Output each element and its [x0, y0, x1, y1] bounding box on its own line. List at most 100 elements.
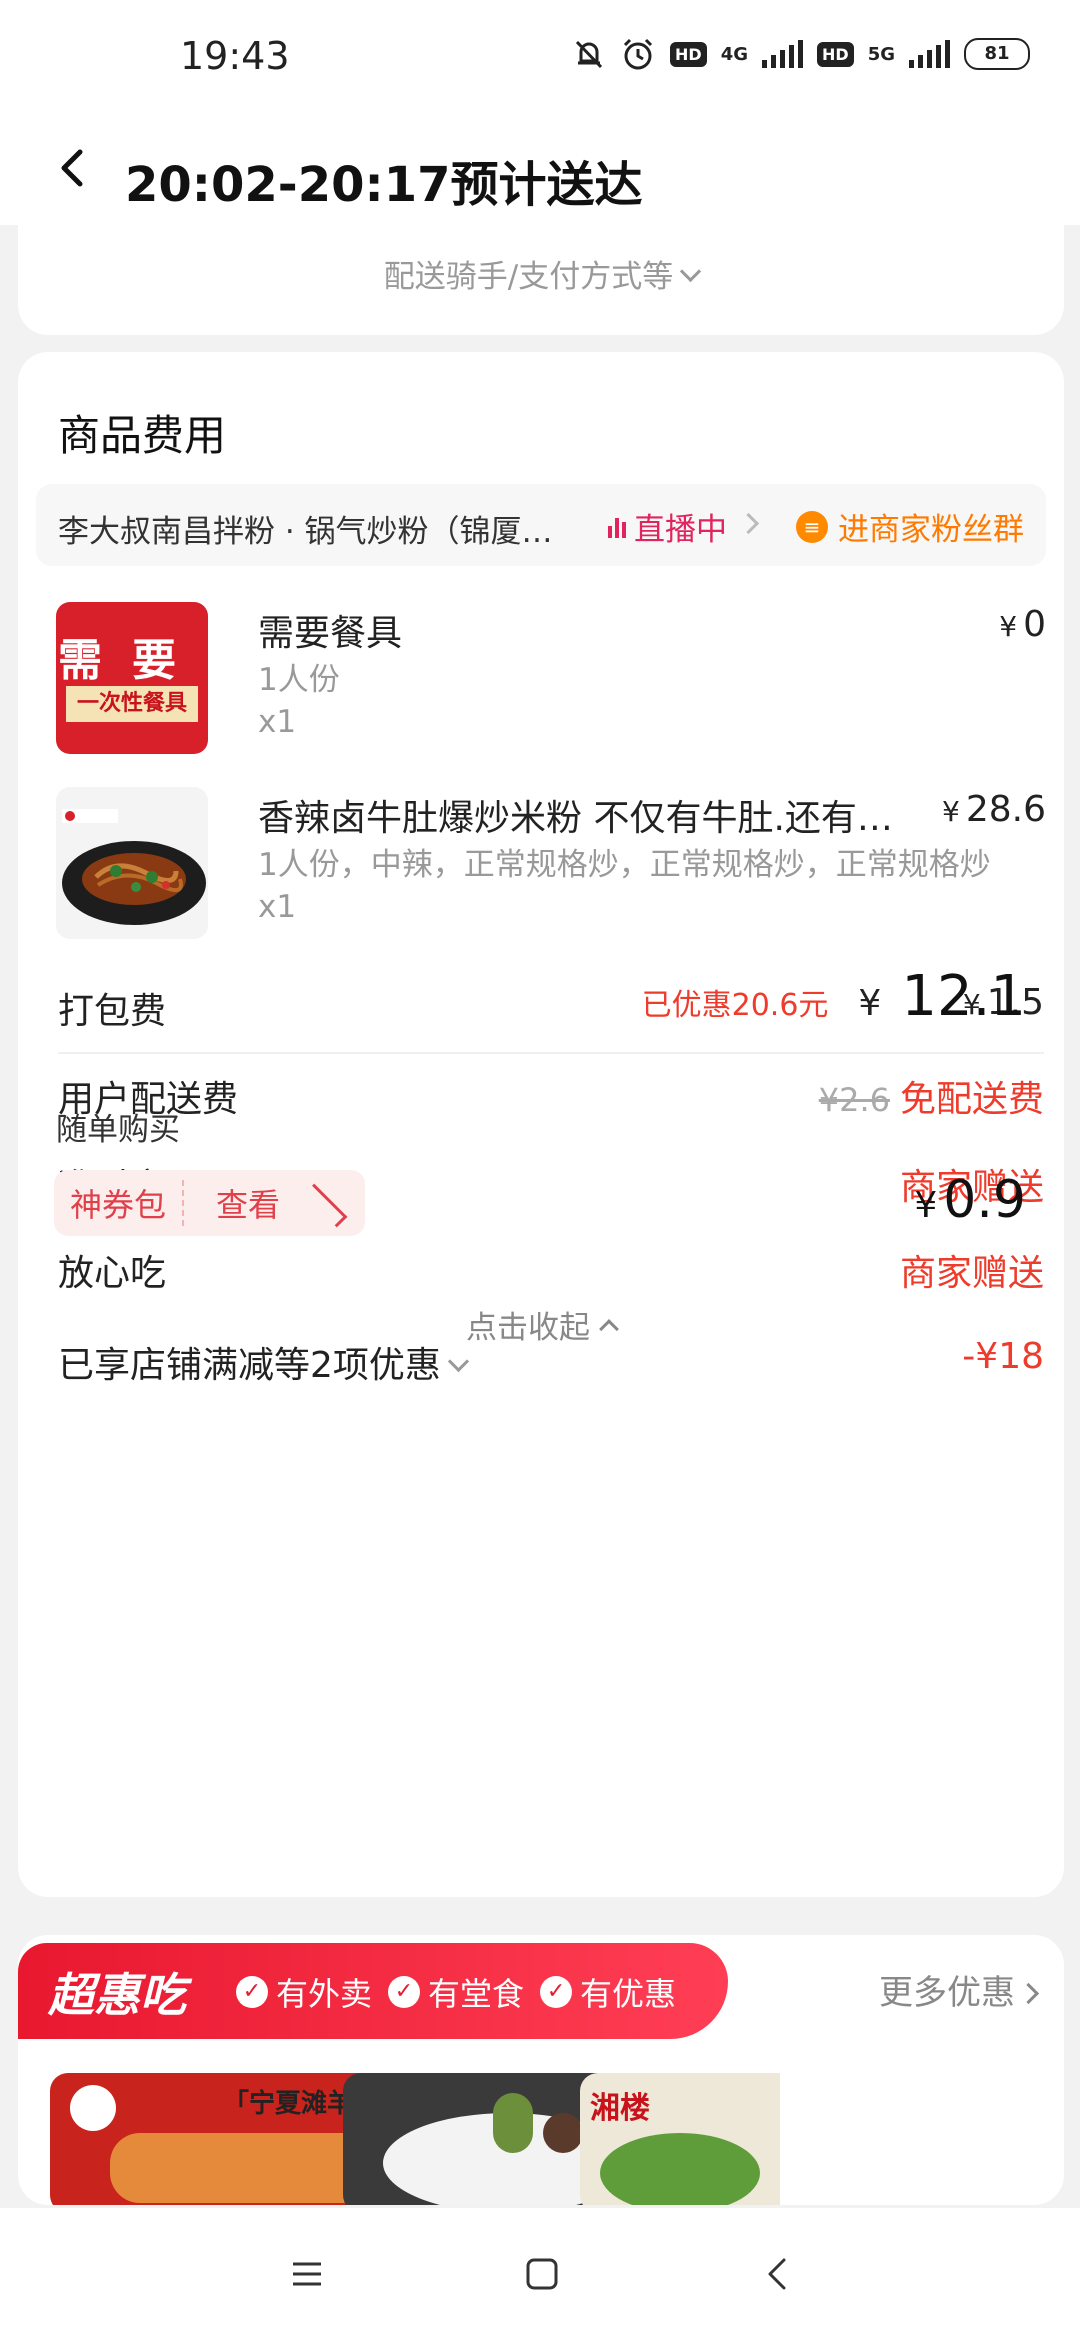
coupon-name: 神券包: [70, 1186, 167, 1224]
more-offers-label: 更多优惠: [879, 1973, 1015, 2013]
promo-tag: ✓ 有外卖: [236, 1969, 372, 2015]
live-badge[interactable]: 直播中: [608, 504, 760, 549]
order-total: 已优惠20.6元 ¥ 12.1: [642, 964, 1026, 1029]
garnish-image: [493, 2093, 533, 2153]
menu-icon[interactable]: [285, 2252, 329, 2296]
safe-eat-row[interactable]: 放心吃 商家赠送: [58, 1244, 1044, 1294]
collapse-label: 点击收起: [466, 1310, 590, 1346]
thumb-text-bottom: 一次性餐具: [66, 686, 198, 722]
order-item[interactable]: 需要 一次性餐具 需要餐具 1人份 x1 ¥0: [56, 602, 1046, 762]
promo-banner[interactable]: 超惠吃 ✓ 有外卖 ✓ 有堂食 ✓ 有优惠: [18, 1943, 728, 2039]
promo-card: 超惠吃 ✓ 有外卖 ✓ 有堂食 ✓ 有优惠 更多优惠 「宁夏滩羊」全羊宴 湘楼: [18, 1935, 1064, 2205]
coupon-pack[interactable]: 神券包 查看: [54, 1170, 366, 1236]
section-title: 商品费用: [58, 411, 227, 460]
system-nav-bar: [0, 2208, 1080, 2340]
restaurant-logo-icon: [70, 2085, 116, 2131]
page-header: 20:02-20:17预计送达: [0, 110, 1080, 225]
promo-tag-label: 有外卖: [276, 1975, 373, 2013]
collapse-button[interactable]: 点击收起: [18, 1302, 1064, 1347]
free-delivery-label: 免配送费: [899, 1079, 1044, 1120]
shop-bar[interactable]: 李大叔南昌拌粉 · 锅气炒粉（锦厦… 直播中 ≡ 进商家粉丝群: [36, 484, 1046, 566]
item-quantity: x1: [258, 889, 297, 925]
chevron-up-icon: [599, 1319, 619, 1339]
promo-tag-label: 有优惠: [580, 1975, 677, 2013]
addon-label: 随单购买: [56, 1112, 180, 1148]
saved-amount: 已优惠20.6元: [641, 988, 829, 1023]
promo-brand: 超惠吃: [48, 1968, 186, 2022]
currency-symbol: ¥: [914, 1185, 938, 1226]
coupon-action: 查看: [216, 1186, 281, 1224]
fans-group-link[interactable]: ≡ 进商家粉丝群: [796, 504, 1024, 549]
fee-label: 放心吃: [58, 1253, 167, 1294]
discount-label: 已享店铺满减等2项优惠: [58, 1345, 441, 1386]
home-icon[interactable]: [520, 2252, 564, 2296]
back-icon[interactable]: [756, 2252, 800, 2296]
chevron-right-icon: [303, 1183, 348, 1228]
delivery-fee-row: 用户配送费 ¥2.6 免配送费: [58, 1070, 1044, 1120]
delivery-card: 配送骑手/支付方式等: [18, 225, 1064, 335]
tableware-thumbnail: 需要 一次性餐具: [56, 602, 208, 754]
promo-image-xianglou[interactable]: 湘楼: [580, 2073, 780, 2205]
mushroom-image: [543, 2113, 583, 2153]
total-amount: 12.1: [901, 964, 1026, 1029]
hd-badge-2: HD: [817, 41, 854, 67]
network-5g: 5G: [867, 43, 895, 65]
original-delivery-fee: ¥2.6: [818, 1081, 890, 1119]
promo-tag-label: 有堂食: [428, 1975, 525, 2013]
addon-price: ¥0.9: [914, 1170, 1026, 1230]
fee-value: ¥2.6 免配送费: [819, 1070, 1044, 1122]
alarm-icon: [623, 38, 653, 70]
noodle-dish-image: [56, 787, 208, 939]
item-name: 香辣卤牛肚爆炒米粉 不仅有牛肚.还有…: [258, 798, 893, 839]
divider: [58, 1052, 1044, 1054]
status-time: 19:43: [180, 34, 290, 78]
item-spec: 1人份: [258, 662, 340, 698]
chevron-right-icon: [1017, 1982, 1040, 2005]
fee-value: 商家赠送: [899, 1253, 1044, 1294]
item-price: ¥0: [999, 604, 1046, 645]
check-icon: ✓: [388, 1976, 421, 2008]
signal-icon: [762, 40, 804, 68]
check-icon: ✓: [540, 1976, 573, 2008]
page-title: 20:02-20:17预计送达: [125, 157, 643, 213]
chat-icon: ≡: [796, 510, 828, 543]
signal-icon-2: [909, 40, 950, 68]
delivery-options-toggle[interactable]: 配送骑手/支付方式等: [18, 251, 1064, 296]
fee-label: 打包费: [58, 991, 167, 1032]
item-spec: 1人份，中辣，正常规格炒，正常规格炒，正常规格炒: [258, 847, 991, 883]
currency-symbol: ¥: [999, 610, 1018, 643]
promo-tags: ✓ 有外卖 ✓ 有堂食 ✓ 有优惠: [236, 1969, 676, 2015]
currency-symbol: ¥: [858, 983, 882, 1024]
chevron-right-icon: [737, 512, 760, 535]
chevron-down-icon: [447, 1350, 470, 1373]
item-price-value: 0: [1023, 604, 1046, 645]
item-quantity: x1: [258, 704, 297, 740]
chevron-down-icon: [680, 260, 702, 283]
promo-image-caption: 湘楼: [590, 2091, 650, 2126]
item-price-value: 28.6: [965, 789, 1046, 830]
live-icon: [608, 516, 626, 538]
currency-symbol: ¥: [942, 795, 960, 828]
battery-icon: 81: [964, 38, 1030, 70]
delivery-options-label: 配送骑手/支付方式等: [383, 259, 674, 295]
shop-name[interactable]: 李大叔南昌拌粉 · 锅气炒粉（锦厦…: [58, 506, 578, 551]
more-offers-link[interactable]: 更多优惠: [879, 1965, 1040, 2014]
promo-tag: ✓ 有优惠: [540, 1969, 676, 2015]
status-icons: HD 4G HD 5G 81: [572, 36, 1030, 72]
vegetable-dish-image: [600, 2133, 760, 2205]
coupon-view-button[interactable]: 查看: [184, 1180, 365, 1228]
order-item[interactable]: 香辣卤牛肚爆炒米粉 不仅有牛肚.还有… 1人份，中辣，正常规格炒，正常规格炒，正…: [56, 787, 1046, 947]
promo-tag: ✓ 有堂食: [388, 1969, 524, 2015]
thumb-text-top: 需要: [58, 635, 206, 686]
network-4g: 4G: [720, 43, 749, 65]
status-bar: 19:43 HD 4G HD 5G 81: [0, 0, 1080, 110]
live-label: 直播中: [634, 512, 727, 548]
addon-price-value: 0.9: [943, 1170, 1026, 1230]
item-name: 需要餐具: [258, 613, 403, 654]
item-price: ¥28.6: [942, 789, 1046, 830]
back-arrow-icon[interactable]: [56, 148, 86, 188]
food-thumbnail: [56, 787, 208, 939]
mute-bell-icon: [575, 40, 603, 69]
fans-label: 进商家粉丝群: [838, 512, 1024, 548]
goods-fee-card: 商品费用 李大叔南昌拌粉 · 锅气炒粉（锦厦… 直播中 ≡ 进商家粉丝群 需要 …: [18, 352, 1064, 1897]
